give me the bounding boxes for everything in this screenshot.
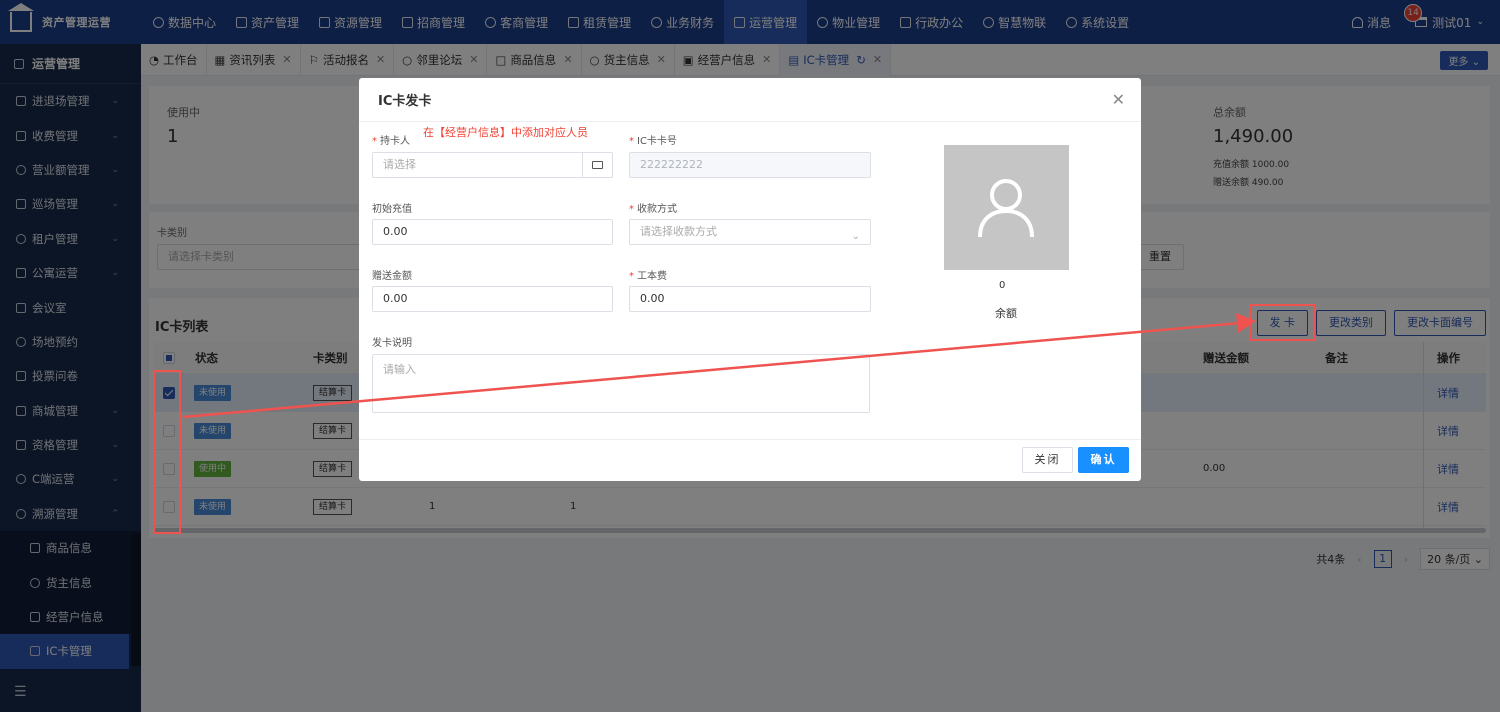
annotation-arrow-head xyxy=(1236,313,1256,333)
annotation-arrow xyxy=(182,313,1256,419)
annotation-arrow-line xyxy=(182,321,1241,419)
